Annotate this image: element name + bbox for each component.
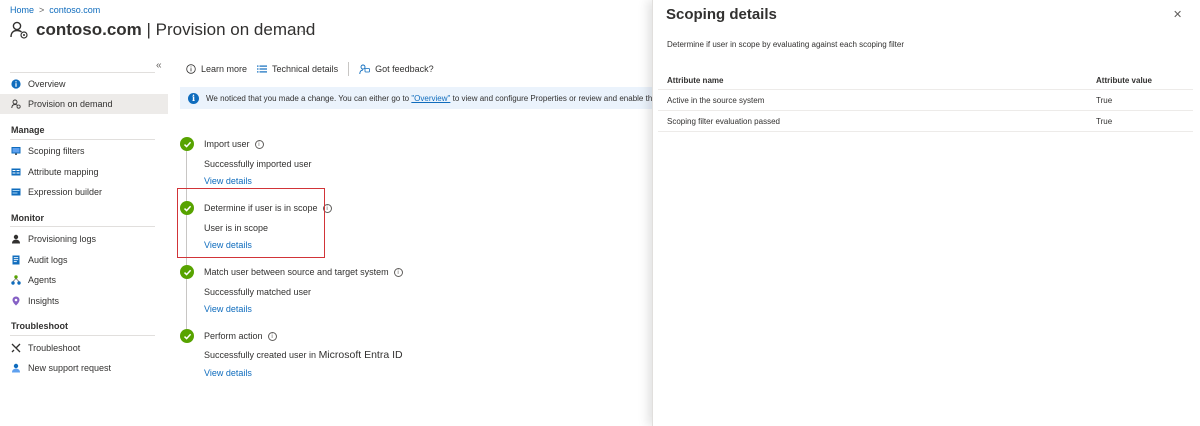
provisioning-logs-icon (11, 234, 21, 244)
panel-title: Scoping details (666, 6, 777, 23)
section-divider (10, 226, 155, 227)
collapse-sidebar-button[interactable]: « (156, 60, 162, 71)
feedback-button[interactable]: Got feedback? (359, 64, 434, 75)
agents-icon (11, 275, 21, 285)
sidebar-item-label: Insights (28, 296, 60, 306)
learn-more-button[interactable]: Learn more (186, 64, 247, 74)
sidebar-item-label: Overview (28, 79, 66, 89)
breadcrumb-tenant[interactable]: contoso.com (49, 5, 100, 15)
sidebar-item-overview[interactable]: Overview (0, 74, 168, 94)
step-match-user-view-details-link[interactable]: View details (204, 304, 252, 314)
list-icon (257, 65, 268, 73)
sidebar-item-label: Provision on demand (28, 99, 113, 109)
insights-icon (11, 296, 21, 306)
expression-builder-icon (11, 187, 21, 197)
sidebar-item-scoping-filters[interactable]: Scoping filters (0, 141, 168, 161)
overview-link[interactable]: "Overview" (411, 94, 450, 103)
check-circle-icon (180, 265, 194, 279)
sidebar-item-label: Provisioning logs (28, 234, 97, 244)
sidebar-item-expression-builder[interactable]: Expression builder (0, 182, 168, 202)
toolbar-divider (348, 62, 350, 76)
page-title: contoso.com | Provision on demand (36, 20, 316, 39)
breadcrumb-separator: > (39, 5, 45, 15)
sidebar-item-new-support-request[interactable]: New support request (0, 358, 168, 378)
toolbar: Learn more Technical details Got feedbac… (186, 62, 434, 76)
section-divider (10, 335, 155, 336)
table-row: Scoping filter evaluation passed True (658, 111, 1193, 132)
step-import-user-view-details-link[interactable]: View details (204, 176, 252, 186)
step-match-user-status: Successfully matched user (204, 287, 312, 297)
sidebar-item-label: Expression builder (28, 187, 103, 197)
support-request-icon (11, 363, 21, 373)
column-header-attribute-value: Attribute value (1096, 76, 1153, 85)
scoping-details-panel: Scoping details ✕ Determine if user in s… (652, 0, 1200, 426)
sidebar-item-label: Audit logs (28, 255, 68, 265)
info-icon (186, 64, 196, 74)
breadcrumb-home[interactable]: Home (10, 5, 34, 15)
close-icon[interactable]: ✕ (1173, 8, 1182, 21)
panel-description: Determine if user in scope by evaluating… (667, 40, 905, 49)
sidebar-item-attribute-mapping[interactable]: Attribute mapping (0, 162, 168, 182)
attribute-value-cell: True (1096, 117, 1113, 126)
step-match-user-title: Match user between source and target sys… (204, 267, 403, 277)
user-provision-icon (11, 99, 21, 109)
step-perform-action-status: Successfully created user in Microsoft E… (204, 349, 403, 361)
section-troubleshoot: Troubleshoot (11, 321, 68, 331)
banner-text: We noticed that you made a change. You c… (206, 93, 652, 103)
sidebar-item-label: New support request (28, 363, 112, 373)
sidebar-item-troubleshoot[interactable]: Troubleshoot (0, 338, 168, 358)
sidebar-item-provision-on-demand[interactable]: Provision on demand (0, 94, 168, 114)
sidebar-item-label: Troubleshoot (28, 343, 81, 353)
check-circle-icon (180, 329, 194, 343)
info-icon (11, 79, 21, 89)
step-import-user-status: Successfully imported user (204, 159, 312, 169)
table-header-row: Attribute name Attribute value (658, 70, 1193, 90)
info-icon: i (188, 92, 199, 104)
section-manage: Manage (11, 125, 45, 135)
attribute-name-cell: Scoping filter evaluation passed (667, 117, 780, 126)
title-row: contoso.com | Provision on demand (9, 20, 315, 40)
attribute-name-cell: Active in the source system (667, 96, 765, 105)
info-icon[interactable]: i (267, 331, 277, 341)
change-notification-banner: i We noticed that you made a change. You… (180, 87, 652, 109)
scoping-filter-icon (11, 146, 21, 156)
attribute-mapping-icon (11, 167, 21, 177)
feedback-icon (359, 64, 370, 74)
sidebar-item-agents[interactable]: Agents (0, 270, 168, 290)
attribute-value-cell: True (1096, 96, 1113, 105)
user-provision-icon (10, 21, 28, 39)
step-import-user-title: Import user i (204, 139, 264, 149)
check-circle-icon (180, 137, 194, 151)
section-divider (10, 139, 155, 140)
scoping-details-table: Attribute name Attribute value Active in… (658, 70, 1193, 132)
section-monitor: Monitor (11, 213, 44, 223)
sidebar-item-insights[interactable]: Insights (0, 291, 168, 311)
technical-details-button[interactable]: Technical details (257, 64, 338, 74)
more-options-button[interactable]: ··· (296, 26, 309, 37)
sidebar-item-audit-logs[interactable]: Audit logs (0, 250, 168, 270)
sidebar-item-provisioning-logs[interactable]: Provisioning logs (0, 229, 168, 249)
troubleshoot-icon (11, 343, 21, 353)
sidebar-item-label: Scoping filters (28, 146, 85, 156)
column-header-attribute-name: Attribute name (667, 76, 724, 85)
sidebar-item-label: Agents (28, 275, 57, 285)
info-icon[interactable]: i (393, 267, 403, 277)
sidebar-divider (10, 72, 155, 73)
sidebar-item-label: Attribute mapping (28, 167, 99, 177)
step-perform-action-title: Perform action i (204, 331, 277, 341)
info-icon[interactable]: i (254, 139, 264, 149)
breadcrumb: Home > contoso.com (10, 5, 100, 15)
audit-logs-icon (11, 255, 21, 265)
table-row: Active in the source system True (658, 90, 1193, 111)
step-perform-action-view-details-link[interactable]: View details (204, 368, 252, 378)
highlight-frame (177, 188, 325, 258)
